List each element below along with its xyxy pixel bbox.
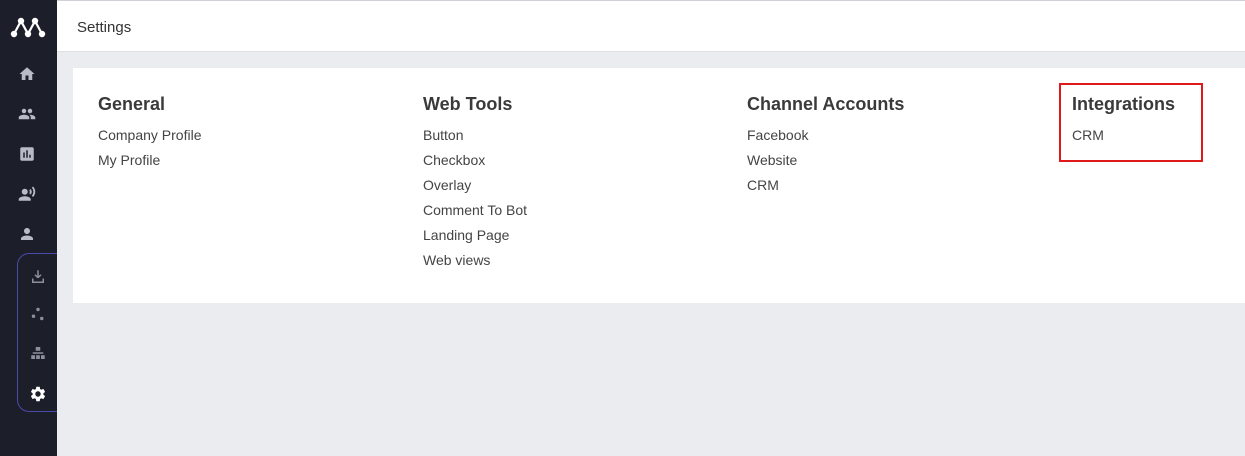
home-icon[interactable] — [16, 63, 38, 85]
link-comment-to-bot[interactable]: Comment To Bot — [423, 202, 527, 227]
link-landing-page[interactable]: Landing Page — [423, 227, 527, 252]
link-facebook[interactable]: Facebook — [747, 127, 904, 152]
web-tools-section: Web Tools Button Checkbox Overlay Commen… — [423, 94, 527, 277]
sidebar — [0, 0, 57, 456]
person-icon[interactable] — [16, 223, 38, 245]
app-logo-icon[interactable] — [9, 14, 47, 40]
people-icon[interactable] — [16, 103, 38, 125]
integrations-section: Integrations CRM — [1072, 94, 1175, 152]
download-icon[interactable] — [27, 266, 49, 288]
link-overlay[interactable]: Overlay — [423, 177, 527, 202]
link-integrations-crm[interactable]: CRM — [1072, 127, 1175, 152]
settings-card: General Company Profile My Profile Web T… — [73, 68, 1245, 303]
general-section: General Company Profile My Profile — [98, 94, 202, 177]
broadcast-user-icon[interactable] — [16, 183, 38, 205]
page-title: Settings — [77, 19, 132, 36]
nodes-icon[interactable] — [27, 303, 49, 325]
section-title: Integrations — [1072, 94, 1176, 114]
link-channel-crm[interactable]: CRM — [747, 177, 904, 202]
gear-icon[interactable] — [27, 383, 49, 405]
section-title: Web Tools — [423, 94, 513, 114]
top-bar: Settings — [57, 0, 1245, 52]
link-web-views[interactable]: Web views — [423, 252, 527, 277]
link-website[interactable]: Website — [747, 152, 904, 177]
link-my-profile[interactable]: My Profile — [98, 152, 202, 177]
section-title: Channel Accounts — [747, 94, 905, 114]
hierarchy-icon[interactable] — [27, 342, 49, 364]
channel-accounts-section: Channel Accounts Facebook Website CRM — [747, 94, 904, 202]
link-checkbox[interactable]: Checkbox — [423, 152, 527, 177]
link-company-profile[interactable]: Company Profile — [98, 127, 202, 152]
section-title: General — [98, 94, 166, 114]
bar-chart-icon[interactable] — [16, 143, 38, 165]
link-button[interactable]: Button — [423, 127, 527, 152]
